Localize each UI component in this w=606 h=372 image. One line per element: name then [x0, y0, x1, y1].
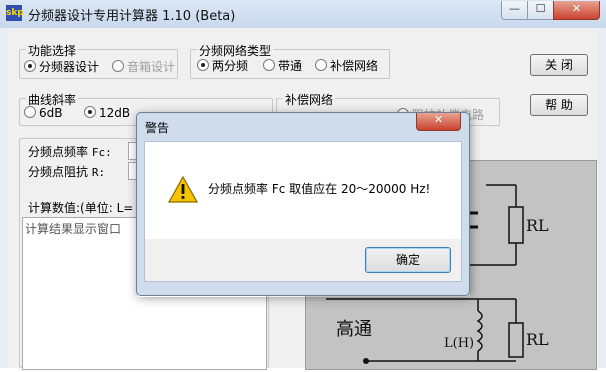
minimize-button[interactable]: — — [501, 1, 528, 20]
help-button[interactable]: 帮 助 — [530, 94, 588, 116]
rl-label-top: RL — [526, 216, 549, 235]
radio-label: 音箱设计 — [127, 60, 176, 74]
radio-compensation[interactable]: 补偿网络 — [315, 57, 378, 74]
radio-bandpass[interactable]: 带通 — [263, 57, 302, 74]
warning-dialog: 警告 ✕ 分频点频率 Fc 取值应在 20～20000 Hz! 确定 — [136, 112, 470, 296]
radio-6db[interactable]: 6dB — [24, 106, 62, 120]
radio-label: 6dB — [39, 106, 63, 120]
radio-dot-icon — [84, 106, 96, 118]
warning-icon — [168, 176, 198, 203]
function-group-label: 功能选择 — [26, 42, 79, 59]
function-group: 功能选择 分频器设计 音箱设计 — [19, 42, 178, 79]
r-label: 分频点阻抗 R: — [28, 165, 106, 179]
terminal-dot — [363, 358, 369, 364]
compensation-group-label: 补偿网络 — [283, 91, 336, 108]
radio-dot-icon — [197, 59, 209, 71]
radio-12db[interactable]: 12dB — [84, 106, 130, 120]
radio-dot-icon — [24, 60, 36, 72]
fc-label: 分频点频率 Fc: — [28, 145, 112, 159]
dialog-message: 分频点频率 Fc 取值应在 20～20000 Hz! — [208, 182, 431, 196]
close-icon: ✕ — [571, 2, 582, 15]
dialog-title: 警告 — [145, 121, 170, 135]
maximize-button[interactable]: ☐ — [527, 1, 554, 20]
radio-label: 分频器设计 — [39, 60, 100, 74]
radio-dot-icon — [315, 59, 327, 71]
rl-label-bottom: RL — [526, 330, 549, 349]
radio-label: 12dB — [99, 106, 131, 120]
radio-label: 带通 — [278, 59, 303, 73]
minimize-icon: — — [509, 2, 520, 15]
radio-crossover-design[interactable]: 分频器设计 — [24, 58, 99, 75]
window-close-button[interactable]: ✕ — [553, 1, 600, 20]
radio-speaker-design[interactable]: 音箱设计 — [112, 58, 175, 75]
maximize-icon: ☐ — [535, 2, 546, 15]
ok-button[interactable]: 确定 — [365, 247, 451, 273]
inductor-symbol — [476, 310, 483, 352]
radio-label: 补偿网络 — [330, 59, 379, 73]
highpass-text: 高通 — [336, 319, 372, 340]
radio-dot-icon — [24, 106, 36, 118]
result-placeholder: 计算结果显示窗口 — [25, 222, 122, 236]
radio-dot-icon — [112, 60, 124, 72]
inductor-label: L(H) — [444, 336, 474, 351]
network-type-group: 分频网络类型 两分频 带通 补偿网络 — [190, 42, 390, 79]
dialog-close-button[interactable]: ✕ — [416, 113, 461, 131]
radio-dot-icon — [263, 59, 275, 71]
title-bar[interactable]: skp 分频器设计专用计算器 1.10 (Beta) — ☐ ✕ — [0, 0, 606, 28]
calc-label: 计算数值:(单位: L= — [28, 201, 134, 215]
app-window: skp 分频器设计专用计算器 1.10 (Beta) — ☐ ✕ 功能选择 分频… — [0, 0, 606, 370]
resistor-symbol — [508, 206, 524, 244]
dialog-footer: 确定 — [144, 239, 462, 282]
resistor-symbol — [508, 322, 524, 358]
window-title: 分频器设计专用计算器 1.10 (Beta) — [28, 9, 236, 24]
radio-label: 两分频 — [212, 59, 249, 73]
dialog-body: 分频点频率 Fc 取值应在 20～20000 Hz! — [144, 141, 462, 241]
app-icon: skp — [6, 5, 24, 21]
close-app-button[interactable]: 关 闭 — [530, 54, 588, 76]
close-icon: ✕ — [433, 113, 444, 126]
radio-two-way[interactable]: 两分频 — [197, 57, 248, 74]
